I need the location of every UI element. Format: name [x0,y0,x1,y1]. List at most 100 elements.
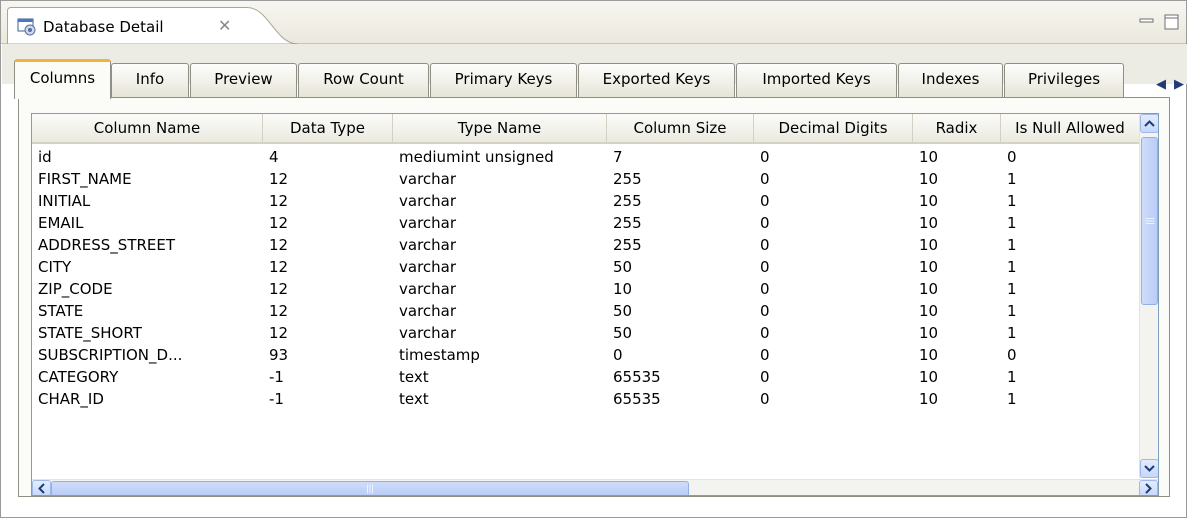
database-detail-icon [17,17,37,37]
table-cell: 1 [1007,214,1017,232]
table-cell: varchar [399,214,457,232]
table-cell: 0 [760,170,770,188]
column-header-decimal-digits[interactable]: Decimal Digits [754,114,913,142]
table-cell: 4 [269,148,279,166]
table-cell: 0 [760,302,770,320]
tab-scroll-left-icon[interactable]: ◀ [1156,77,1166,92]
column-header-type-name[interactable]: Type Name [393,114,607,142]
table-cell: 0 [760,258,770,276]
close-icon[interactable]: ✕ [218,16,231,35]
table-cell: ADDRESS_STREET [38,236,176,254]
tab-exported-keys[interactable]: Exported Keys [578,63,735,98]
tab-indexes[interactable]: Indexes [898,63,1003,98]
grip-icon [1145,218,1154,224]
table-row[interactable]: ADDRESS_STREET 12 varchar 255 0 10 1 [32,234,1140,256]
table-cell: CHAR_ID [38,390,104,408]
table-cell: EMAIL [38,214,84,232]
table-row[interactable]: EMAIL 12 varchar 255 0 10 1 [32,212,1140,234]
table-header: Column Name Data Type Type Name Column Size… [32,114,1140,144]
table-cell: 0 [613,346,623,364]
column-header-radix[interactable]: Radix [913,114,1001,142]
table-row[interactable]: FIRST_NAME 12 varchar 255 0 10 1 [32,168,1140,190]
table-cell: CITY [38,258,72,276]
table-cell: varchar [399,170,457,188]
database-detail-view: Database Detail ✕ Columns Info Preview Row … [0,0,1187,518]
table-cell: 12 [269,192,289,210]
tab-privileges[interactable]: Privileges [1004,63,1124,98]
scroll-right-button[interactable] [1139,480,1158,495]
table-cell: 12 [269,258,289,276]
table-cell: 12 [269,236,289,254]
maximize-icon[interactable] [1163,13,1181,31]
table-cell: 1 [1007,236,1017,254]
table-cell: 12 [269,280,289,298]
tab-row-count[interactable]: Row Count [298,63,429,98]
table-cell: INITIAL [38,192,91,210]
table-cell: -1 [269,368,284,386]
table-cell: CATEGORY [38,368,119,386]
table-row[interactable]: id 4 mediumint unsigned 7 0 10 0 [32,146,1140,168]
table-cell: 10 [919,302,939,320]
table-cell: 1 [1007,324,1017,342]
table-cell: 93 [269,346,289,364]
scroll-down-button[interactable] [1140,459,1158,478]
horizontal-scrollbar[interactable] [32,479,1158,495]
table-cell: STATE [38,302,84,320]
table-cell: 1 [1007,280,1017,298]
table-row[interactable]: STATE_SHORT 12 varchar 50 0 10 1 [32,322,1140,344]
table-cell: 50 [613,258,633,276]
vertical-scroll-thumb[interactable] [1141,137,1158,305]
table-cell: 50 [613,302,633,320]
table-cell: 10 [919,258,939,276]
scroll-up-button[interactable] [1140,114,1158,133]
view-tab-database-detail[interactable]: Database Detail ✕ [7,7,299,45]
tab-scroll-arrows: ◀ ▶ [1153,73,1187,95]
table-cell: text [399,390,429,408]
column-header-column-size[interactable]: Column Size [607,114,754,142]
table-row[interactable]: INITIAL 12 varchar 255 0 10 1 [32,190,1140,212]
tab-scroll-right-icon[interactable]: ▶ [1174,77,1184,92]
column-header-is-null-allowed[interactable]: Is Null Allowed [1001,114,1140,142]
chevron-left-icon [38,483,45,494]
table-cell: 0 [760,214,770,232]
tab-imported-keys[interactable]: Imported Keys [736,63,897,98]
table-cell: id [38,148,52,166]
table-cell: 10 [919,324,939,342]
table-row[interactable]: ZIP_CODE 12 varchar 10 0 10 1 [32,278,1140,300]
table-cell: 1 [1007,192,1017,210]
table-cell: 1 [1007,302,1017,320]
table-cell: varchar [399,258,457,276]
chevron-up-icon [1144,120,1155,127]
tab-primary-keys[interactable]: Primary Keys [430,63,577,98]
table-cell: timestamp [399,346,480,364]
table-cell: 255 [613,170,642,188]
columns-panel: Column Name Data Type Type Name Column Size… [18,97,1170,497]
table-cell: 10 [919,346,939,364]
vertical-scrollbar[interactable] [1139,114,1158,478]
table-row[interactable]: SUBSCRIPTION_D... 93 timestamp 0 0 10 0 [32,344,1140,366]
tab-columns[interactable]: Columns [14,59,111,99]
table-cell: 12 [269,324,289,342]
table-cell: 65535 [613,390,661,408]
table-row[interactable]: CATEGORY -1 text 65535 0 10 1 [32,366,1140,388]
tab-info[interactable]: Info [111,63,189,98]
table-cell: 12 [269,214,289,232]
table-cell: 255 [613,214,642,232]
column-header-column-name[interactable]: Column Name [32,114,263,142]
scroll-left-button[interactable] [32,480,51,495]
table-row[interactable]: CHAR_ID -1 text 65535 0 10 1 [32,388,1140,410]
table-cell: 12 [269,302,289,320]
table-cell: FIRST_NAME [38,170,132,188]
table-cell: varchar [399,192,457,210]
minimize-icon[interactable] [1138,13,1156,31]
table-cell: -1 [269,390,284,408]
table-row[interactable]: STATE 12 varchar 50 0 10 1 [32,300,1140,322]
table-cell: 255 [613,236,642,254]
table-cell: 255 [613,192,642,210]
table-row[interactable]: CITY 12 varchar 50 0 10 1 [32,256,1140,278]
tab-preview[interactable]: Preview [190,63,297,98]
table-cell: 10 [919,214,939,232]
table-cell: 0 [760,280,770,298]
column-header-data-type[interactable]: Data Type [263,114,393,142]
horizontal-scroll-thumb[interactable] [51,481,689,495]
